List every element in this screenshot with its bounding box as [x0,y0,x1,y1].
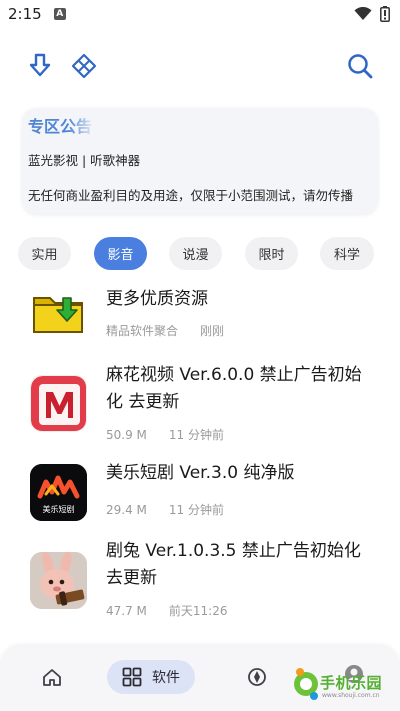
nav-software-button[interactable]: 软件 [107,660,195,694]
search-icon[interactable] [345,51,375,81]
app-meta: 29.4 M 11 分钟前 [106,501,224,518]
app-size: 29.4 M [106,503,147,517]
status-bar: 2:15 A [0,0,400,28]
mahua-logo-icon [30,375,87,432]
grid-apps-icon [122,667,142,687]
toolbar [0,48,400,84]
battery-icon [380,6,390,22]
tab-shiyong[interactable]: 实用 [18,237,71,270]
status-right [354,6,390,22]
wifi-icon [354,7,372,20]
app-title: 美乐短剧 Ver.3.0 纯净版 [106,463,295,483]
category-tabs: 实用 影音 说漫 限时 科学 [0,237,400,271]
app-time: 刚刚 [200,324,225,338]
list-item[interactable]: 麻花视频 Ver.6.0.0 禁止广告初始化 去更新 50.9 M 11 分钟前 [0,360,400,446]
meile-icon-caption: 美乐短剧 [42,505,75,514]
app-time: 11 分钟前 [168,503,224,517]
watermark-url: www.shouji.com.cn [322,692,380,699]
nav-software-label: 软件 [152,670,180,686]
app-title: 剧兔 Ver.1.0.3.5 禁止广告初始化去更新 [106,541,361,588]
app-time: 11 分钟前 [168,428,224,442]
app-title: 更多优质资源 [106,289,208,309]
app-title: 麻花视频 Ver.6.0.0 禁止广告初始化 去更新 [106,365,362,412]
notice-title: 专区公告 [28,117,93,136]
app-meta: 50.9 M 11 分钟前 [106,426,224,443]
tab-xianshi[interactable]: 限时 [245,237,298,270]
app-size: 精品软件聚合 [106,324,179,338]
tab-kexue[interactable]: 科学 [320,237,374,270]
list-item[interactable]: 更多优质资源 精品软件聚合 刚刚 [0,280,400,340]
folder-download-icon [30,290,87,347]
app-meta: 47.7 M 前天11:26 [106,602,227,619]
tab-shuoman[interactable]: 说漫 [169,237,222,270]
tab-yingyin[interactable]: 影音 [94,237,147,270]
notice-line-2: 无任何商业盈利目的及用途，仅限于小范围测试，请勿传播 [28,188,354,203]
notice-line-1: 蓝光影视 | 听歌神器 [28,153,141,168]
notification-a-icon: A [53,8,66,20]
watermark-logo: 手机乐园 www.shouji.com.cn [290,664,396,704]
app-meta: 精品软件聚合 刚刚 [106,322,224,339]
app-time: 前天11:26 [168,604,228,618]
notice-card: 专区公告 蓝光影视 | 听歌神器 无任何商业盈利目的及用途，仅限于小范围测试，请… [22,108,378,214]
meile-logo-icon: 美乐短剧 [30,464,87,521]
download-arrow-icon[interactable] [25,51,55,81]
diamond-grid-icon[interactable] [69,51,99,81]
app-size: 47.7 M [106,604,147,618]
home-icon[interactable] [38,664,66,690]
jutu-rabbit-icon [30,552,87,609]
compass-icon[interactable] [244,664,270,690]
list-item[interactable]: 美乐短剧 美乐短剧 Ver.3.0 纯净版 29.4 M 11 分钟前 [0,462,400,522]
status-time: 2:15 [8,5,42,23]
list-item[interactable]: 剧兔 Ver.1.0.3.5 禁止广告初始化去更新 47.7 M 前天11:26 [0,538,400,624]
app-size: 50.9 M [106,428,147,442]
watermark-text: 手机乐园 [320,674,383,692]
